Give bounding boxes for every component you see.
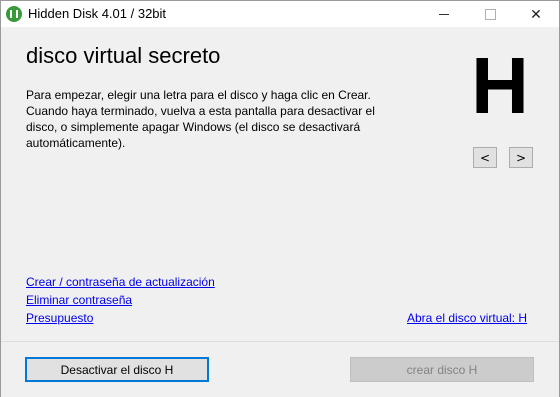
- button-bar: Desactivar el disco H crear disco H: [1, 341, 559, 397]
- app-window: Hidden Disk 4.01 / 32bit ✕ disco virtual…: [0, 0, 560, 397]
- budget-link[interactable]: Presupuesto: [26, 311, 93, 325]
- maximize-button[interactable]: [467, 1, 513, 27]
- previous-letter-button[interactable]: <: [473, 147, 497, 168]
- delete-password-link[interactable]: Eliminar contraseña: [26, 293, 132, 307]
- maximize-icon: [484, 8, 496, 20]
- next-letter-button[interactable]: >: [509, 147, 533, 168]
- instructions-text: Para empezar, elegir una letra para el d…: [26, 88, 375, 150]
- main-panel: disco virtual secreto Para empezar, eleg…: [1, 27, 559, 341]
- drive-letter-display: H: [471, 41, 529, 130]
- create-password-link[interactable]: Crear / contraseña de actualización: [26, 275, 215, 289]
- page-title: disco virtual secreto: [26, 43, 221, 68]
- close-button[interactable]: ✕: [513, 1, 559, 27]
- create-disk-button[interactable]: crear disco H: [350, 357, 534, 382]
- close-icon: ✕: [530, 5, 542, 22]
- minimize-button[interactable]: [421, 1, 467, 27]
- deactivate-disk-button[interactable]: Desactivar el disco H: [25, 357, 209, 382]
- window-title: Hidden Disk 4.01 / 32bit: [28, 6, 167, 21]
- title-bar[interactable]: Hidden Disk 4.01 / 32bit ✕: [1, 1, 559, 27]
- app-icon: [6, 6, 22, 22]
- minimize-icon: [439, 13, 449, 15]
- open-disk-link[interactable]: Abra el disco virtual: H: [407, 311, 527, 325]
